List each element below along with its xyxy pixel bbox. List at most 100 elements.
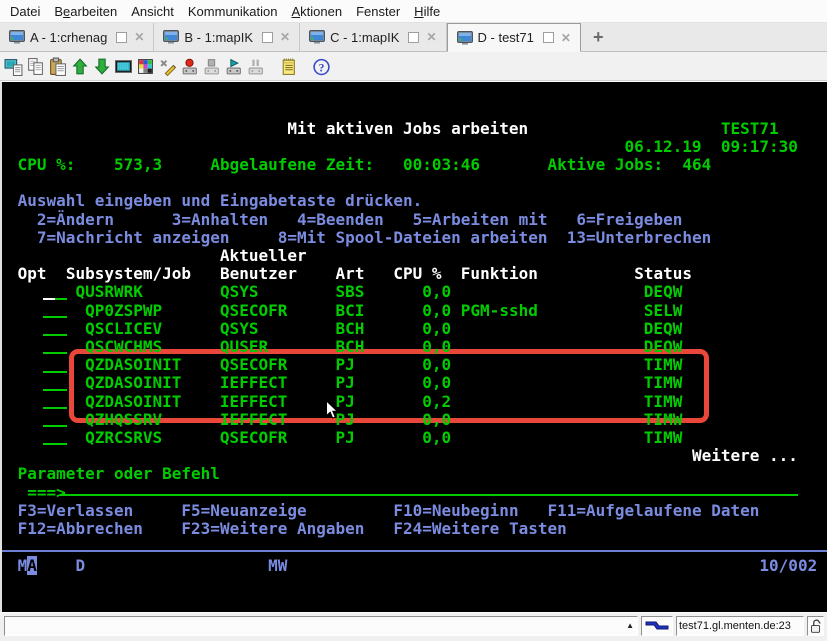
screen-text: 13=Unterbrechen (567, 228, 712, 247)
notes-button[interactable] (278, 55, 299, 78)
screen-text: PJ (336, 410, 355, 429)
screen-text: 4=Beenden (297, 210, 384, 229)
screen-text: PGM-sshd (461, 301, 538, 320)
display-session-button[interactable] (113, 55, 134, 78)
screen-text: MW (268, 556, 287, 575)
tab-restore-icon[interactable] (116, 32, 127, 43)
edit-keyboard-icon (158, 57, 177, 76)
text-cursor (43, 298, 55, 300)
screen-row-14: QZDASOINIT IEFFECT PJ 0,0 TIMW (8, 374, 682, 392)
opt-input-field[interactable] (43, 316, 67, 318)
opt-input-field[interactable] (43, 425, 67, 427)
screen-text: Aktueller (220, 246, 307, 265)
screen-text: DEQW (644, 282, 683, 301)
screen-text: Benutzer (220, 264, 297, 283)
tab-restore-icon[interactable] (543, 32, 554, 43)
screen-text: TEST71 (721, 119, 779, 138)
status-bar: ▲ test71.gl.menten.de:23 (0, 612, 827, 641)
screen-text: QSECOFR (220, 428, 287, 447)
tab-a[interactable]: A - 1:crhenag✕ (0, 23, 154, 51)
screen-text: Subsystem/Job (66, 264, 191, 283)
screen-text: QP0ZSPWP (85, 301, 162, 320)
opt-input-field[interactable] (43, 443, 67, 445)
receive-file-button[interactable] (91, 55, 112, 78)
stop-macro-button[interactable] (201, 55, 222, 78)
screen-row-9: QUSRWRK QSYS SBS 0,0 DEQW (8, 283, 682, 301)
tab-b[interactable]: B - 1:mapIK✕ (154, 23, 300, 51)
screen-text: TIMW (644, 410, 683, 429)
status-message-area: ▲ (4, 616, 638, 636)
tab-restore-icon[interactable] (408, 32, 419, 43)
tab-label: D - test71 (478, 30, 534, 45)
send-file-button[interactable] (69, 55, 90, 78)
screen-text: 0,0 (422, 337, 451, 356)
opt-input-field[interactable] (43, 334, 67, 336)
tab-d[interactable]: D - test71 ✕ (447, 23, 581, 52)
screen-text: DEQW (644, 319, 683, 338)
message-popup-arrow-icon[interactable]: ▲ (626, 622, 634, 630)
terminal-screen[interactable]: Mit aktiven Jobs arbeiten TEST71 06.12.1… (0, 81, 827, 612)
opt-input-field[interactable] (43, 371, 67, 373)
emulator-window: { "menu": { "items": [ {"label":"Datei"}… (0, 0, 827, 640)
copy-button[interactable] (25, 55, 46, 78)
play-macro-button[interactable] (223, 55, 244, 78)
screen-row-0: Mit aktiven Jobs arbeiten TEST71 (8, 120, 779, 138)
screen-text: QUSER (220, 337, 268, 356)
opt-input-field[interactable] (55, 298, 67, 300)
screen-row-11: QSCLICEV QSYS BCH 0,0 DEQW (8, 320, 682, 338)
screen-text: 0,0 (422, 355, 451, 374)
opt-input-field[interactable] (43, 389, 67, 391)
color-map-button[interactable] (135, 55, 156, 78)
screen-text: SBS (336, 282, 365, 301)
tab-restore-icon[interactable] (262, 32, 273, 43)
copy-screen-button[interactable] (3, 55, 24, 78)
tab-c[interactable]: C - 1:mapIK✕ (300, 23, 446, 51)
tab-close-icon[interactable]: ✕ (278, 30, 290, 44)
menu-item-fenster[interactable]: Fenster (349, 2, 407, 21)
menu-item-hilfe[interactable]: Hilfe (407, 2, 447, 21)
opt-input-field[interactable] (43, 407, 67, 409)
screen-text: TIMW (644, 355, 683, 374)
screen-text: 2=Ändern (37, 210, 114, 229)
paste-button[interactable] (47, 55, 68, 78)
tab-close-icon[interactable]: ✕ (424, 30, 436, 44)
opt-input-field[interactable] (43, 352, 67, 354)
display-session-icon (114, 57, 133, 76)
security-status (807, 616, 824, 636)
menu-item-ansicht[interactable]: Ansicht (124, 2, 181, 21)
pause-macro-button[interactable] (245, 55, 266, 78)
menu-item-aktionen[interactable]: Aktionen (285, 2, 350, 21)
svg-text:?: ? (319, 61, 325, 74)
screen-text: M (18, 556, 28, 575)
screen-row-22: F12=Abbrechen F23=Weitere Angaben F24=We… (8, 520, 567, 538)
screen-row-7: Aktueller (8, 247, 307, 265)
screen-text: IEFFECT (220, 392, 287, 411)
screen-text: ===> (27, 483, 66, 502)
screen-text: PJ (336, 373, 355, 392)
screen-text: Abgelaufene Zeit: (210, 155, 374, 174)
screen-text: 10/002 (759, 556, 817, 575)
record-macro-button[interactable] (179, 55, 200, 78)
screen-text: QSYS (220, 319, 259, 338)
tab-close-icon[interactable]: ✕ (132, 30, 144, 44)
screen-text: 06.12.19 09:17:30 (625, 137, 798, 156)
new-session-button[interactable]: + (581, 23, 616, 51)
screen-row-15: QZDASOINIT IEFFECT PJ 0,2 TIMW (8, 393, 682, 411)
command-input-field[interactable] (60, 494, 798, 496)
screen-text: QSCLICEV (85, 319, 162, 338)
menu-item-datei[interactable]: Datei (3, 2, 47, 21)
edit-keyboard-button[interactable] (157, 55, 178, 78)
screen-text: SELW (644, 301, 683, 320)
play-macro-icon (224, 57, 243, 76)
screen-text: IEFFECT (220, 410, 287, 429)
menu-bar: DateiBearbeitenAnsichtKommunikationAktio… (0, 0, 827, 23)
screen-text: 8=Mit Spool-Dateien arbeiten (278, 228, 548, 247)
help-button[interactable]: ? (311, 55, 332, 78)
screen-text: QZDASOINIT (85, 355, 181, 374)
menu-item-bearbeiten[interactable]: Bearbeiten (47, 2, 124, 21)
tab-close-icon[interactable]: ✕ (559, 31, 571, 45)
screen-text: 0,0 (422, 428, 451, 447)
copy-icon (26, 57, 45, 76)
screen-text: 0,0 (422, 319, 451, 338)
menu-item-kommunikation[interactable]: Kommunikation (181, 2, 285, 21)
